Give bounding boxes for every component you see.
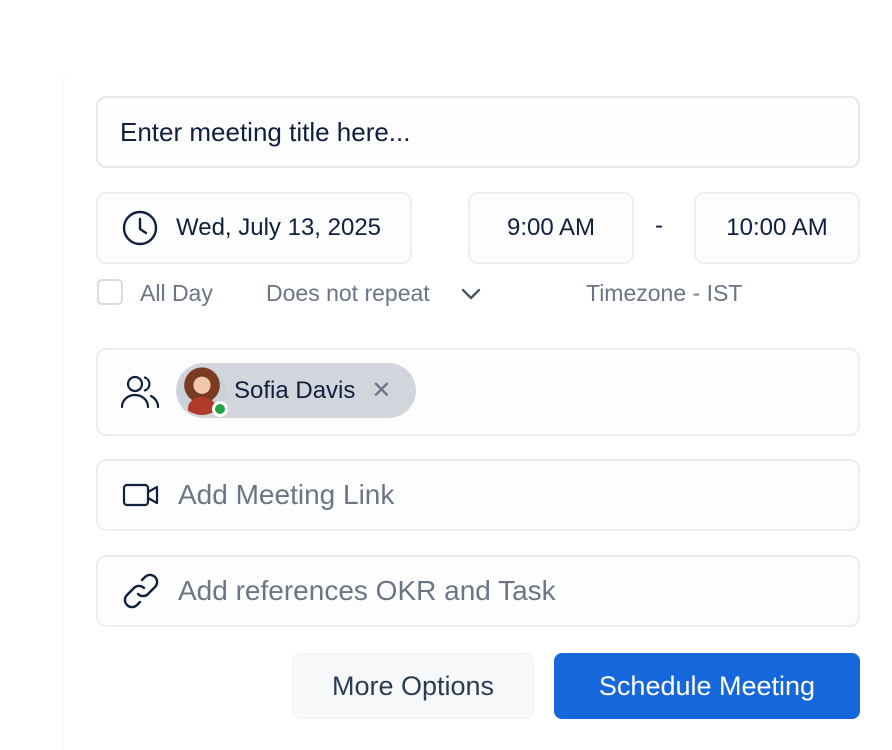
- meeting-link-field: [96, 459, 860, 531]
- end-time-value: 10:00 AM: [726, 214, 828, 241]
- remove-attendee-icon[interactable]: ✕: [371, 376, 391, 405]
- repeat-dropdown[interactable]: Does not repeat: [266, 280, 482, 307]
- chevron-down-icon: [461, 288, 480, 299]
- schedule-meeting-button[interactable]: Schedule Meeting: [554, 653, 860, 719]
- online-status-dot: [212, 400, 228, 417]
- repeat-value: Does not repeat: [266, 280, 430, 306]
- start-time-value: 9:00 AM: [506, 214, 596, 241]
- attendee-name: Sofia Davis: [234, 376, 356, 404]
- all-day-checkbox[interactable]: [97, 279, 123, 305]
- references-input[interactable]: [178, 575, 818, 607]
- timezone-label[interactable]: Timezone - IST: [586, 280, 742, 307]
- meeting-link-input[interactable]: [178, 479, 818, 511]
- start-time-picker[interactable]: 9:00 AM: [468, 192, 634, 264]
- attendee-chip[interactable]: Sofia Davis ✕: [176, 363, 416, 418]
- video-camera-icon: [122, 483, 159, 507]
- time-separator: -: [655, 212, 663, 239]
- avatar: [178, 366, 228, 417]
- references-field: [96, 555, 860, 627]
- clock-icon: [122, 210, 158, 246]
- date-picker[interactable]: Wed, July 13, 2025: [96, 192, 412, 264]
- all-day-label: All Day: [140, 280, 213, 306]
- date-value: Wed, July 13, 2025: [176, 214, 382, 241]
- more-options-button[interactable]: More Options: [292, 653, 534, 719]
- meeting-title-input[interactable]: [96, 96, 860, 168]
- end-time-picker[interactable]: 10:00 AM: [694, 192, 860, 264]
- link-icon: [123, 573, 159, 609]
- users-icon: [120, 375, 160, 409]
